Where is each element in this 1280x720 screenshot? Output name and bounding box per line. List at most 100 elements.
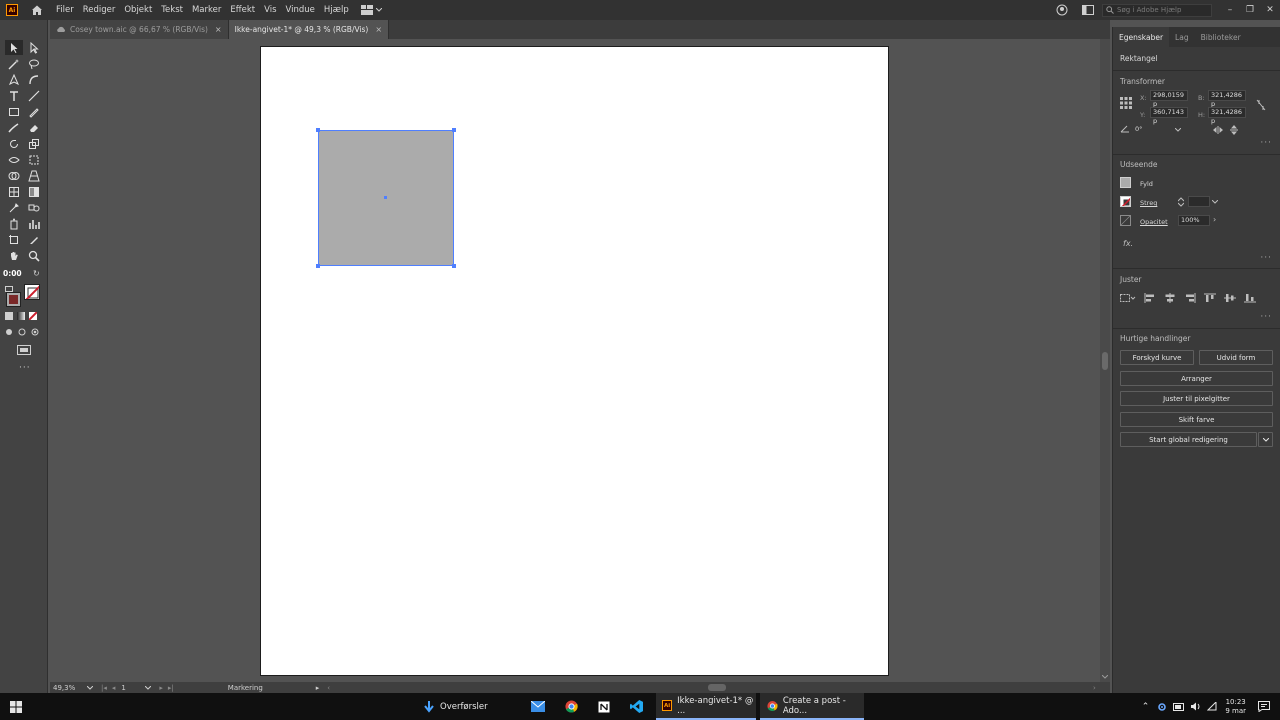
- width-field[interactable]: 321,4286 p: [1208, 90, 1246, 108]
- flip-vertical-icon[interactable]: [1230, 125, 1238, 135]
- gradient-mode-icon[interactable]: [17, 312, 25, 320]
- hand-tool[interactable]: [5, 248, 23, 263]
- rotate-tool[interactable]: [5, 136, 23, 151]
- menu-window[interactable]: Vindue: [286, 5, 315, 15]
- type-tool[interactable]: [5, 88, 23, 103]
- opacity-label[interactable]: Opacitet: [1140, 218, 1168, 226]
- screen-mode-icon[interactable]: [17, 345, 31, 355]
- selection-handle-top-left[interactable]: [316, 128, 320, 132]
- scroll-left-icon[interactable]: ‹: [327, 684, 330, 692]
- magic-wand-tool[interactable]: [5, 56, 23, 71]
- global-edit-dropdown-button[interactable]: [1258, 432, 1273, 447]
- artboard-number[interactable]: 1: [121, 684, 145, 692]
- menu-edit[interactable]: Rediger: [83, 5, 116, 15]
- transform-more-options-icon[interactable]: ···: [1260, 138, 1272, 148]
- flip-horizontal-icon[interactable]: [1213, 126, 1223, 134]
- taskbar-mail[interactable]: [528, 693, 548, 720]
- constrain-proportions-icon[interactable]: [1256, 99, 1266, 111]
- edit-toolbar-icon[interactable]: ···: [19, 363, 31, 373]
- align-bottom-icon[interactable]: [1244, 293, 1256, 303]
- recolor-button[interactable]: Skift farve: [1120, 412, 1273, 427]
- last-artboard-icon[interactable]: ▸|: [168, 684, 174, 692]
- align-right-icon[interactable]: [1184, 293, 1196, 303]
- rectangle-tool[interactable]: [5, 104, 23, 119]
- network-icon[interactable]: [1207, 702, 1217, 711]
- stroke-weight-field[interactable]: [1188, 196, 1210, 207]
- minimize-button[interactable]: –: [1220, 5, 1240, 15]
- zoom-dropdown-icon[interactable]: [87, 686, 93, 690]
- opacity-menu-icon[interactable]: ›: [1213, 215, 1216, 224]
- mesh-tool[interactable]: [5, 184, 23, 199]
- vertical-scrollbar[interactable]: [1100, 39, 1110, 682]
- tab-cosey-town-close-icon[interactable]: ×: [215, 25, 222, 34]
- scale-tool[interactable]: [25, 136, 43, 151]
- opacity-field[interactable]: 100%: [1178, 215, 1210, 226]
- bluetooth-settings-icon[interactable]: [1157, 702, 1167, 712]
- swap-colors-icon[interactable]: ↻: [33, 269, 40, 278]
- tab-libraries[interactable]: Biblioteker: [1195, 27, 1247, 47]
- line-tool[interactable]: [25, 88, 43, 103]
- align-vertical-center-icon[interactable]: [1224, 293, 1236, 303]
- width-tool[interactable]: [5, 152, 23, 167]
- home-icon[interactable]: [30, 3, 44, 17]
- height-field[interactable]: 321,4286 p: [1208, 107, 1246, 125]
- selection-tool[interactable]: [5, 40, 23, 55]
- tab-ikke-angivet[interactable]: Ikke-angivet-1* @ 49,3 % (RGB/Vis) ×: [228, 20, 390, 39]
- artboard-dropdown-icon[interactable]: [145, 686, 152, 690]
- menu-file[interactable]: Filer: [56, 5, 74, 15]
- fill-swatch[interactable]: [6, 292, 21, 307]
- tab-ikke-angivet-close-icon[interactable]: ×: [375, 25, 382, 34]
- default-colors-icon[interactable]: [5, 286, 13, 292]
- stroke-weight-stepper-icon[interactable]: [1178, 197, 1184, 207]
- menu-type[interactable]: Tekst: [161, 5, 183, 15]
- eyedropper-tool[interactable]: [5, 200, 23, 215]
- vertical-scroll-thumb[interactable]: [1102, 352, 1108, 370]
- fill-color-swatch[interactable]: [1120, 177, 1131, 188]
- draw-normal-icon[interactable]: [5, 328, 13, 336]
- first-artboard-icon[interactable]: |◂: [101, 684, 107, 692]
- pen-tool[interactable]: [5, 72, 23, 87]
- none-mode-icon[interactable]: [29, 312, 37, 320]
- tab-properties[interactable]: Egenskaber: [1113, 27, 1170, 47]
- align-horizontal-center-icon[interactable]: [1164, 293, 1176, 303]
- stroke-label[interactable]: Streg: [1140, 199, 1157, 207]
- taskbar-chrome[interactable]: [561, 693, 581, 720]
- effects-fx-icon[interactable]: fx.: [1123, 239, 1133, 248]
- stroke-color-swatch[interactable]: [1120, 196, 1131, 207]
- volume-icon[interactable]: [1191, 702, 1201, 711]
- restore-button[interactable]: ❐: [1240, 5, 1260, 15]
- close-window-button[interactable]: ✕: [1260, 5, 1280, 15]
- tab-layers[interactable]: Lag: [1169, 27, 1195, 47]
- prev-artboard-icon[interactable]: ◂: [112, 684, 116, 692]
- menu-select[interactable]: Marker: [192, 5, 221, 15]
- taskbar-downloads[interactable]: Overførsler: [420, 693, 520, 720]
- start-global-edit-button[interactable]: Start global redigering: [1120, 432, 1257, 447]
- arrange-documents-icon[interactable]: [1082, 5, 1094, 15]
- notifications-icon[interactable]: [1258, 701, 1270, 712]
- zoom-tool[interactable]: [25, 248, 43, 263]
- free-transform-tool[interactable]: [25, 152, 43, 167]
- blend-tool[interactable]: [25, 200, 43, 215]
- taskbar-illustrator[interactable]: Ai Ikke-angivet-1* @ ...: [656, 693, 756, 720]
- paintbrush-tool[interactable]: [5, 120, 23, 135]
- column-graph-tool[interactable]: [25, 216, 43, 231]
- stroke-weight-dropdown-icon[interactable]: [1212, 200, 1218, 204]
- clock[interactable]: 10:23 9 mar: [1225, 698, 1246, 716]
- stroke-swatch[interactable]: [24, 284, 40, 300]
- battery-icon[interactable]: [1173, 702, 1185, 711]
- taskbar-chrome-window[interactable]: Create a post - Ado...: [760, 693, 864, 720]
- tray-overflow-icon[interactable]: ⌃: [1142, 702, 1150, 712]
- artboard[interactable]: [260, 46, 889, 676]
- align-to-icon[interactable]: [1120, 293, 1136, 303]
- menu-view[interactable]: Vis: [264, 5, 276, 15]
- direct-selection-tool[interactable]: [25, 40, 43, 55]
- menu-effect[interactable]: Effekt: [230, 5, 255, 15]
- scroll-down-icon[interactable]: [1102, 675, 1108, 679]
- next-artboard-icon[interactable]: ▸: [159, 684, 163, 692]
- selection-handle-bottom-left[interactable]: [316, 264, 320, 268]
- y-position-field[interactable]: 360,7143 p: [1150, 107, 1188, 125]
- zoom-level[interactable]: 49,3%: [53, 684, 79, 692]
- windows-start-icon[interactable]: [10, 700, 22, 713]
- appearance-more-options-icon[interactable]: ···: [1260, 253, 1272, 263]
- rotation-dropdown-icon[interactable]: [1175, 128, 1181, 132]
